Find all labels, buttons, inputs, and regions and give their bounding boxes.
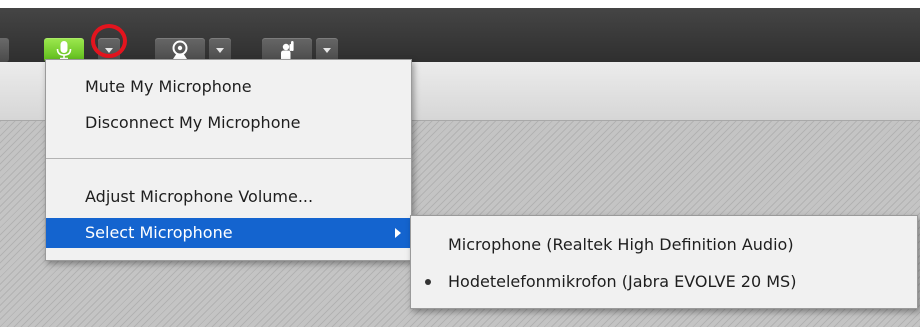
chevron-down-icon xyxy=(323,48,331,53)
chevron-down-icon xyxy=(216,48,224,53)
adjust-microphone-volume-item[interactable]: Adjust Microphone Volume... xyxy=(46,182,411,212)
select-microphone-submenu: Microphone (Realtek High Definition Audi… xyxy=(410,215,918,309)
microphone-option-label: Hodetelefonmikrofon (Jabra EVOLVE 20 MS) xyxy=(448,272,797,291)
chevron-right-icon xyxy=(395,228,401,238)
disconnect-microphone-item[interactable]: Disconnect My Microphone xyxy=(46,108,411,138)
microphone-menu: Mute My Microphone Disconnect My Microph… xyxy=(45,59,412,261)
microphone-option-jabra[interactable]: Hodetelefonmikrofon (Jabra EVOLVE 20 MS) xyxy=(411,267,917,297)
menu-divider xyxy=(46,158,411,159)
meeting-toolbar xyxy=(0,8,920,62)
select-microphone-item[interactable]: Select Microphone xyxy=(46,218,411,248)
annotation-circle xyxy=(91,24,127,58)
selected-bullet-icon xyxy=(425,279,431,285)
toolbar-edge-button[interactable] xyxy=(0,38,9,62)
microphone-option-realtek[interactable]: Microphone (Realtek High Definition Audi… xyxy=(411,230,917,260)
microphone-option-label: Microphone (Realtek High Definition Audi… xyxy=(448,235,794,254)
select-microphone-label: Select Microphone xyxy=(85,223,233,242)
window-top-edge xyxy=(0,0,920,8)
mute-microphone-item[interactable]: Mute My Microphone xyxy=(46,72,411,102)
